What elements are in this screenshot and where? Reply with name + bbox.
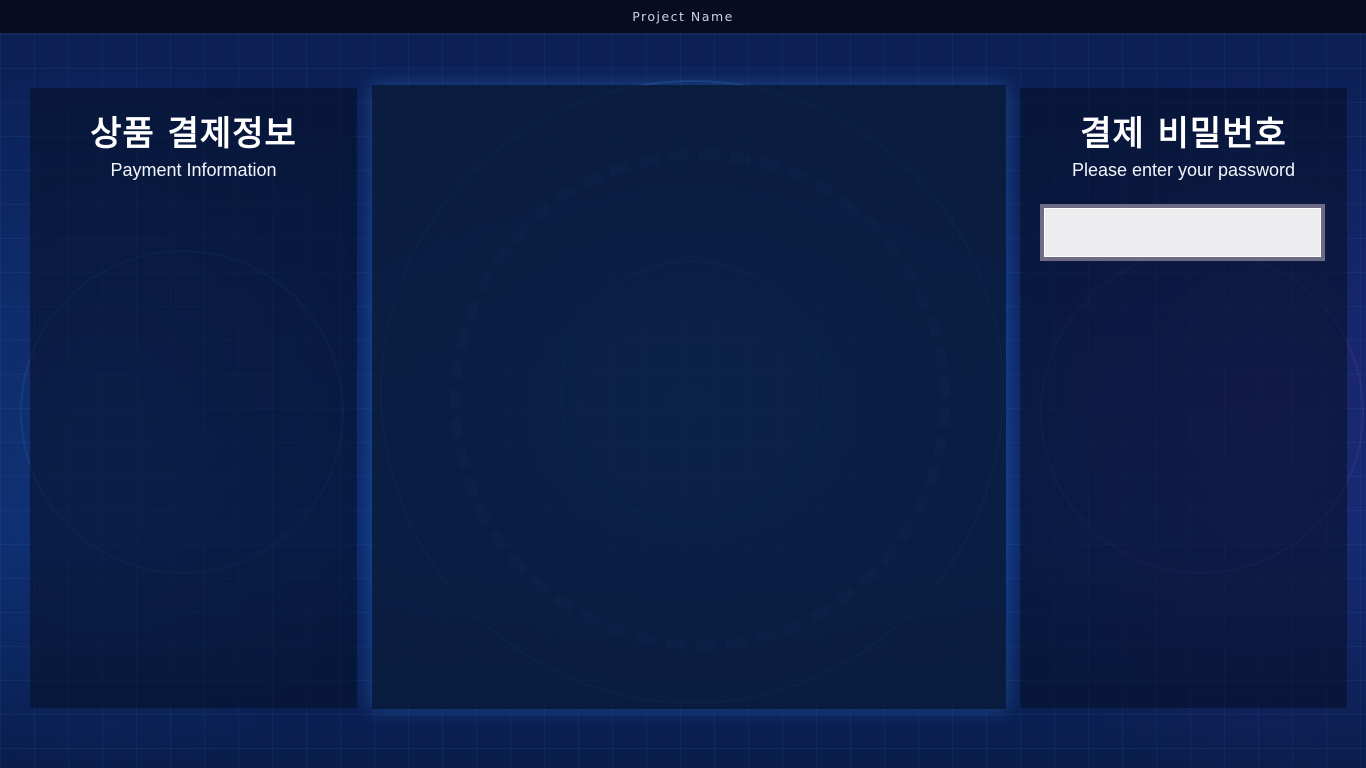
payment-info-title: 상품 결제정보 xyxy=(90,114,297,154)
password-field-frame xyxy=(1040,204,1325,261)
center-display-panel xyxy=(372,85,1006,709)
password-panel: 결제 비밀번호 Please enter your password xyxy=(1020,88,1347,708)
payment-info-subtitle: Payment Information xyxy=(110,160,277,180)
payment-screen: Project Name 상품 결제정보 Payment Information… xyxy=(0,0,1366,768)
project-name: Project Name xyxy=(632,9,734,24)
password-title: 결제 비밀번호 xyxy=(1080,114,1287,154)
payment-info-panel: 상품 결제정보 Payment Information xyxy=(30,88,357,708)
password-input[interactable] xyxy=(1044,208,1321,257)
top-bar: Project Name xyxy=(0,0,1366,34)
password-subtitle: Please enter your password xyxy=(1071,160,1296,180)
